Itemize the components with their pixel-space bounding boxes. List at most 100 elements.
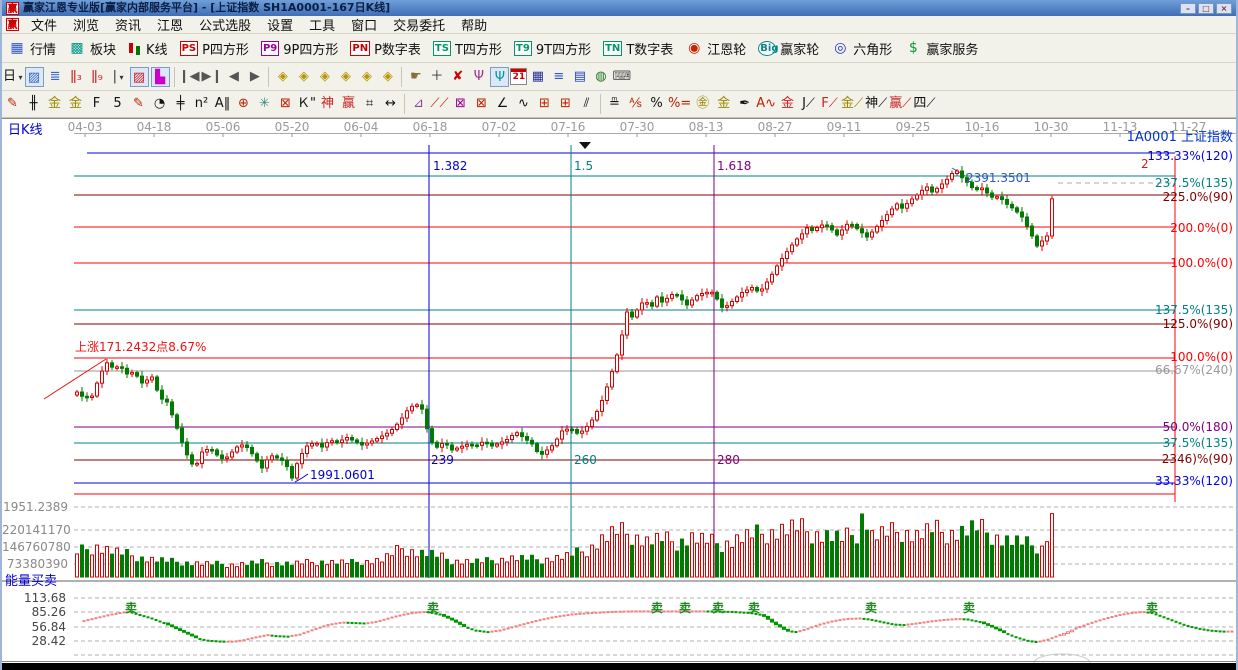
menu-江恩[interactable]: 江恩 bbox=[149, 19, 191, 34]
first-page-icon[interactable]: ❙◀ bbox=[179, 67, 200, 87]
gold-line-icon[interactable]: 金 bbox=[778, 94, 797, 114]
report-icon[interactable]: ≣ bbox=[46, 67, 65, 87]
purple-box-icon[interactable]: ⊠ bbox=[451, 94, 470, 114]
shen-icon[interactable]: 神 bbox=[318, 94, 337, 114]
menu-公式选股[interactable]: 公式选股 bbox=[191, 19, 259, 34]
menu-窗口[interactable]: 窗口 bbox=[343, 19, 385, 34]
win-slash-icon[interactable]: 赢⟋ bbox=[889, 94, 911, 114]
chart-area[interactable]: 日K线 04-0304-1805-0605-2006-0406-1807-020… bbox=[2, 118, 1236, 663]
j-slash-icon[interactable]: J⟋ bbox=[799, 94, 818, 114]
menu-交易委托[interactable]: 交易委托 bbox=[385, 19, 453, 34]
parallel-icon[interactable]: ⫽ bbox=[577, 94, 596, 114]
zoom-right-icon[interactable]: ◈ bbox=[294, 67, 313, 87]
price-plot[interactable] bbox=[2, 118, 1238, 663]
hand-icon[interactable]: ☛ bbox=[406, 67, 425, 87]
pen2-icon[interactable]: ✎ bbox=[129, 94, 148, 114]
red-box-icon[interactable]: ⊠ bbox=[472, 94, 491, 114]
percent-box-icon[interactable]: ⅍ bbox=[626, 94, 645, 114]
five-line-icon[interactable]: 5 bbox=[108, 94, 127, 114]
toolbar-button-T数字表[interactable]: TNT数字表 bbox=[597, 37, 679, 60]
pen-icon[interactable]: ✎ bbox=[3, 94, 22, 114]
zoom-all-icon[interactable]: ◈ bbox=[336, 67, 355, 87]
gold-slash-icon[interactable]: 金⟋ bbox=[841, 94, 863, 114]
last-page-icon[interactable]: ▶❙ bbox=[201, 67, 222, 87]
toolbar-button-行情[interactable]: ▦行情 bbox=[2, 37, 62, 60]
save-icon[interactable]: ▤ bbox=[570, 67, 589, 87]
boxed-x-icon[interactable]: ⊠ bbox=[276, 94, 295, 114]
gold-grid-icon[interactable]: 金 bbox=[45, 94, 64, 114]
close-button[interactable]: × bbox=[1216, 3, 1232, 14]
clock-icon[interactable]: ◔ bbox=[150, 94, 169, 114]
ink-pen-icon[interactable]: ✒ bbox=[735, 94, 754, 114]
menu-设置[interactable]: 设置 bbox=[259, 19, 301, 34]
zoom-h-icon[interactable]: ◈ bbox=[315, 67, 334, 87]
toolbar-button-P数字表[interactable]: PNP数字表 bbox=[344, 37, 427, 60]
a-wave-icon[interactable]: A∿ bbox=[756, 94, 776, 114]
fibonacci-icon[interactable]: F bbox=[87, 94, 106, 114]
calculator-icon[interactable]: ▦ bbox=[528, 67, 547, 87]
calendar-icon[interactable]: 21 bbox=[510, 68, 527, 85]
title-bar[interactable]: 赢 赢家江恩专业版[赢家内部服务平台] - [上证指数 SH1A0001-167… bbox=[2, 0, 1236, 16]
menu-工具[interactable]: 工具 bbox=[301, 19, 343, 34]
toolbar-button-T四方形[interactable]: TST四方形 bbox=[427, 37, 508, 60]
width-icon[interactable]: ↔ bbox=[381, 94, 400, 114]
win-icon[interactable]: 赢 bbox=[339, 94, 358, 114]
red-grid-icon[interactable]: ⊞ bbox=[535, 94, 554, 114]
channel-icon[interactable]: A‖ bbox=[213, 94, 232, 114]
menu-文件[interactable]: 文件 bbox=[23, 19, 65, 34]
cycle-brain-icon[interactable]: Ψ bbox=[490, 67, 509, 87]
toolbar-button-赢家轮[interactable]: Big赢家轮 bbox=[752, 37, 825, 60]
toolbar-button-9P四方形[interactable]: P99P四方形 bbox=[255, 37, 344, 60]
percent-eq-icon[interactable]: %= bbox=[668, 94, 691, 114]
network-icon[interactable]: ◍ bbox=[591, 67, 610, 87]
triangle-icon[interactable]: ⊿ bbox=[409, 94, 428, 114]
prev-icon[interactable]: ◀ bbox=[224, 67, 243, 87]
percent-icon[interactable]: % bbox=[647, 94, 666, 114]
gold-grid2-icon[interactable]: 金 bbox=[66, 94, 85, 114]
toolbar-button-9T四方形[interactable]: T99T四方形 bbox=[508, 37, 597, 60]
gold-circle-icon[interactable]: ㊎ bbox=[693, 94, 712, 114]
toolbar-button-板块[interactable]: ▩板块 bbox=[62, 37, 122, 60]
angle-icon[interactable]: ∠ bbox=[493, 94, 512, 114]
gold-eq-icon[interactable]: 金 bbox=[714, 94, 733, 114]
toolbar-button-K线[interactable]: K线 bbox=[122, 37, 174, 60]
menu-资讯[interactable]: 资讯 bbox=[107, 19, 149, 34]
histogram-icon[interactable]: ▙ bbox=[151, 67, 170, 87]
ruler123-icon[interactable]: ⌗ bbox=[360, 94, 379, 114]
toolbar-button-赢家服务[interactable]: $赢家服务 bbox=[898, 37, 984, 60]
terminal-icon[interactable]: ⌨ bbox=[612, 67, 631, 87]
next-icon[interactable]: ▶ bbox=[245, 67, 264, 87]
maximize-button[interactable]: □ bbox=[1198, 3, 1214, 14]
wave-icon[interactable]: ∿ bbox=[514, 94, 533, 114]
crosshair-icon[interactable]: ＋ bbox=[427, 67, 446, 87]
radiate-icon[interactable]: ✳ bbox=[255, 94, 274, 114]
shen-slash-icon[interactable]: 神⟋ bbox=[865, 94, 887, 114]
region-icon[interactable]: ▨ bbox=[130, 67, 149, 87]
period-day-dropdown[interactable]: 日 ▾ bbox=[3, 67, 23, 87]
list-chart-icon[interactable]: ≞ bbox=[605, 94, 624, 114]
candle-style-dropdown[interactable]: | ▾ bbox=[109, 67, 128, 87]
gann-brain-icon[interactable]: Ψ bbox=[469, 67, 488, 87]
menu-帮助[interactable]: 帮助 bbox=[453, 19, 495, 34]
toolbar-button-P四方形[interactable]: PSP四方形 bbox=[174, 37, 255, 60]
circle-cross-icon[interactable]: ⊕ bbox=[234, 94, 253, 114]
nine-bars-icon[interactable]: ǁ₉ bbox=[88, 67, 107, 87]
zoom-out-icon[interactable]: ◈ bbox=[357, 67, 376, 87]
zoom-in-icon[interactable]: ◈ bbox=[378, 67, 397, 87]
notes-icon[interactable]: ≡ bbox=[549, 67, 568, 87]
four-slash-icon[interactable]: 四⟋ bbox=[913, 94, 935, 114]
zoom-left-icon[interactable]: ◈ bbox=[273, 67, 292, 87]
delete-line-icon[interactable]: ✘ bbox=[448, 67, 467, 87]
three-bars-icon[interactable]: ǁ₃ bbox=[67, 67, 86, 87]
red-grid2-icon[interactable]: ⊞ bbox=[556, 94, 575, 114]
toolbar-button-江恩轮[interactable]: ◉江恩轮 bbox=[679, 37, 752, 60]
k-mark-icon[interactable]: Ｋ" bbox=[297, 94, 316, 114]
grid-lines-icon[interactable]: ╫ bbox=[24, 94, 43, 114]
toolbar-button-六角形[interactable]: ◎六角形 bbox=[825, 37, 898, 60]
hash-icon[interactable]: ╪ bbox=[171, 94, 190, 114]
minimize-button[interactable]: – bbox=[1180, 3, 1196, 14]
menu-浏览[interactable]: 浏览 bbox=[65, 19, 107, 34]
square-num-icon[interactable]: n² bbox=[192, 94, 211, 114]
window-mode-icon[interactable]: ▨ bbox=[25, 67, 44, 87]
fan-lines-icon[interactable]: ⟋⟋ bbox=[430, 94, 449, 114]
